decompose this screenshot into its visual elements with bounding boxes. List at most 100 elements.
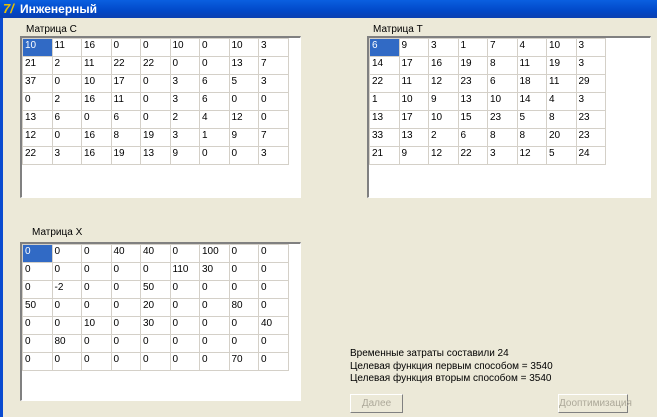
grid-cell[interactable]: 37 [22, 74, 53, 93]
grid-cell[interactable]: 70 [228, 352, 259, 371]
grid-cell[interactable]: 0 [22, 316, 53, 335]
grid-cell[interactable]: 23 [487, 110, 518, 129]
grid-cell[interactable]: 8 [546, 110, 577, 129]
grid-cell[interactable]: 6 [487, 74, 518, 93]
grid-cell[interactable]: 20 [546, 128, 577, 147]
grid-cell[interactable]: 11 [516, 56, 547, 75]
grid-cell[interactable]: 0 [51, 298, 82, 317]
grid-cell[interactable]: 0 [258, 262, 289, 281]
grid-cell[interactable]: 6 [110, 110, 141, 129]
grid-cell[interactable]: 0 [228, 92, 259, 111]
grid-cell[interactable]: 22 [457, 146, 488, 165]
grid-cell[interactable]: 0 [228, 316, 259, 335]
grid-cell[interactable]: 9 [398, 38, 429, 57]
grid-cell[interactable]: 16 [81, 38, 112, 57]
grid-cell[interactable]: 19 [140, 128, 171, 147]
grid-cell[interactable]: 10 [398, 92, 429, 111]
grid-cell[interactable]: 22 [140, 56, 171, 75]
grid-cell[interactable]: 3 [575, 56, 606, 75]
grid-cell[interactable]: 14 [369, 56, 400, 75]
grid-cell[interactable]: 14 [516, 92, 547, 111]
grid-cell[interactable]: 0 [228, 262, 259, 281]
grid-cell[interactable]: 0 [199, 352, 230, 371]
grid-cell[interactable]: 22 [110, 56, 141, 75]
grid-cell[interactable]: 23 [457, 74, 488, 93]
grid-cell[interactable]: 19 [457, 56, 488, 75]
grid-cell[interactable]: 0 [110, 38, 141, 57]
grid-cell[interactable]: 0 [258, 92, 289, 111]
grid-cell[interactable]: 9 [228, 128, 259, 147]
grid-cell[interactable]: 5 [546, 146, 577, 165]
grid-cell[interactable]: 0 [228, 280, 259, 299]
grid-cell[interactable]: 9 [398, 146, 429, 165]
grid-cell[interactable]: 3 [487, 146, 518, 165]
grid-cell[interactable]: 16 [81, 146, 112, 165]
grid-cell[interactable]: 4 [516, 38, 547, 57]
grid-cell[interactable]: 0 [51, 316, 82, 335]
next-button[interactable]: Далее [350, 394, 403, 413]
grid-cell[interactable]: 10 [487, 92, 518, 111]
grid-cell[interactable]: 0 [81, 262, 112, 281]
grid-cell[interactable]: 0 [140, 110, 171, 129]
grid-cell[interactable]: 1 [457, 38, 488, 57]
grid-cell[interactable]: 0 [258, 244, 289, 263]
matrix-x-table[interactable]: 0 0 0 40 40 0 100 0 0 0 0 0 0 0 110 30 0 0 0 -2 0 0 50 0 0 0 0 50 0 0… [22, 244, 289, 371]
grid-cell[interactable]: 0 [140, 74, 171, 93]
grid-cell[interactable]: 3 [575, 38, 606, 57]
grid-cell[interactable]: 110 [169, 262, 200, 281]
grid-cell[interactable]: 0 [199, 298, 230, 317]
grid-cell[interactable]: 12 [228, 110, 259, 129]
grid-cell[interactable]: 22 [22, 146, 53, 165]
grid-cell[interactable]: 7 [258, 128, 289, 147]
grid-cell[interactable]: 12 [428, 146, 459, 165]
grid-cell[interactable]: 1 [369, 92, 400, 111]
grid-cell[interactable]: 0 [258, 280, 289, 299]
grid-cell[interactable]: 13 [140, 146, 171, 165]
grid-cell[interactable]: 0 [169, 334, 200, 353]
grid-cell[interactable]: 0 [81, 334, 112, 353]
grid-cell[interactable]: 5 [228, 74, 259, 93]
grid-cell[interactable]: 17 [398, 56, 429, 75]
grid-cell[interactable]: 24 [575, 146, 606, 165]
grid-cell[interactable]: 0 [22, 244, 53, 263]
grid-cell[interactable]: 3 [258, 146, 289, 165]
grid-cell[interactable]: 0 [81, 352, 112, 371]
grid-cell[interactable]: 5 [516, 110, 547, 129]
grid-cell[interactable]: 0 [199, 334, 230, 353]
grid-cell[interactable]: 0 [22, 262, 53, 281]
grid-cell[interactable]: 3 [169, 74, 200, 93]
grid-cell[interactable]: 0 [51, 74, 82, 93]
grid-cell[interactable]: 12 [22, 128, 53, 147]
grid-cell[interactable]: 0 [81, 298, 112, 317]
grid-cell[interactable]: 13 [369, 110, 400, 129]
grid-cell[interactable]: 6 [51, 110, 82, 129]
grid-cell[interactable]: 0 [169, 244, 200, 263]
grid-cell[interactable]: 3 [169, 128, 200, 147]
grid-cell[interactable]: 6 [199, 74, 230, 93]
grid-cell[interactable]: 0 [199, 146, 230, 165]
grid-cell[interactable]: 10 [81, 74, 112, 93]
grid-cell[interactable]: 0 [140, 92, 171, 111]
grid-cell[interactable]: 8 [487, 56, 518, 75]
grid-cell[interactable]: 20 [140, 298, 171, 317]
grid-cell[interactable]: 10 [228, 38, 259, 57]
grid-cell[interactable]: 0 [140, 38, 171, 57]
grid-cell[interactable]: 40 [140, 244, 171, 263]
grid-cell[interactable]: 8 [516, 128, 547, 147]
grid-cell[interactable]: 0 [199, 316, 230, 335]
grid-cell[interactable]: 0 [258, 334, 289, 353]
grid-cell[interactable]: 0 [228, 244, 259, 263]
grid-cell[interactable]: 11 [51, 38, 82, 57]
grid-cell[interactable]: 9 [428, 92, 459, 111]
grid-cell[interactable]: 19 [110, 146, 141, 165]
grid-cell[interactable]: 80 [228, 298, 259, 317]
grid-cell[interactable]: 33 [369, 128, 400, 147]
grid-cell[interactable]: 0 [22, 334, 53, 353]
matrix-c-table[interactable]: 10 11 16 0 0 10 0 10 3 21 2 11 22 22 0 0 13 7 37 0 10 17 0 3 6 5 3… [22, 38, 289, 165]
grid-cell[interactable]: 0 [22, 92, 53, 111]
grid-cell[interactable]: 11 [110, 92, 141, 111]
grid-cell[interactable]: 0 [199, 56, 230, 75]
grid-cell[interactable]: 30 [140, 316, 171, 335]
grid-cell[interactable]: 40 [258, 316, 289, 335]
grid-cell[interactable]: 7 [258, 56, 289, 75]
